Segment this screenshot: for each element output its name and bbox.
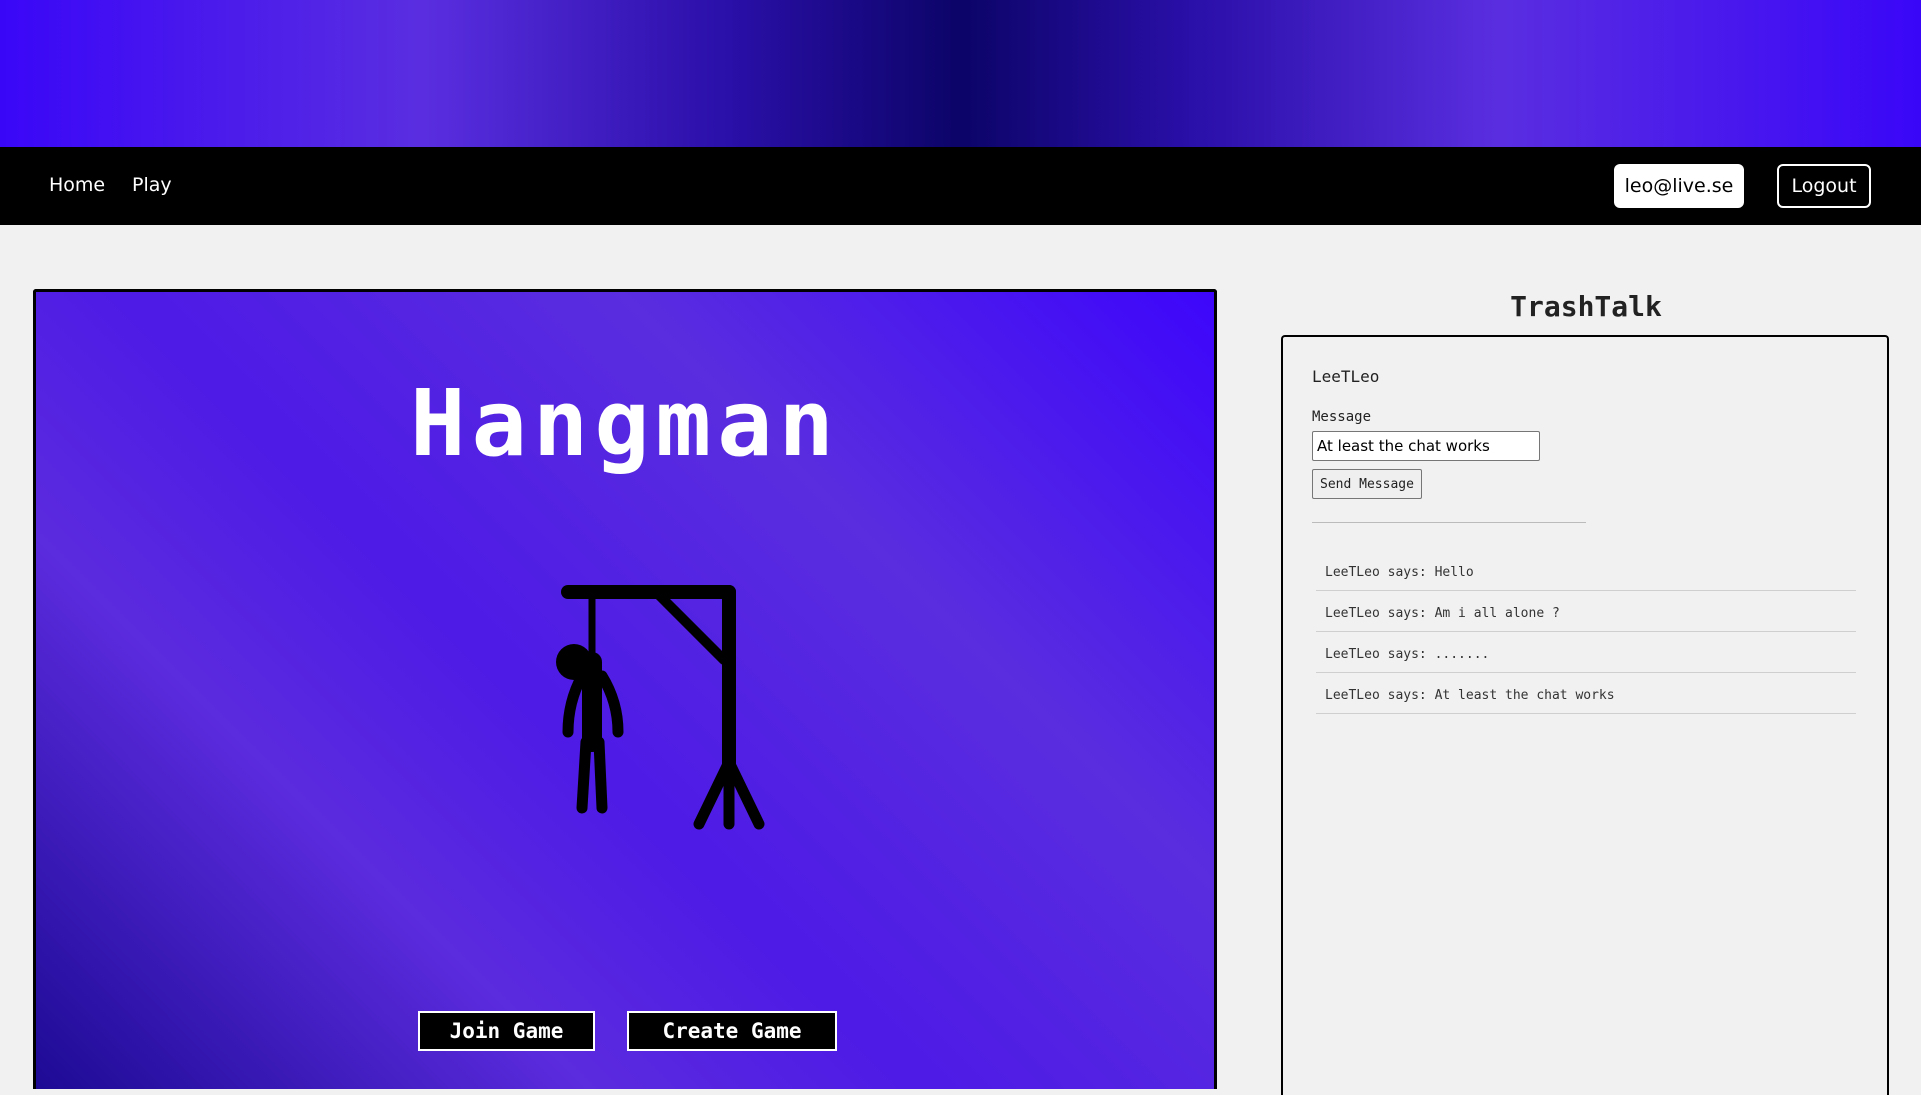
chat-username: LeeTLeo xyxy=(1312,367,1380,386)
create-game-button[interactable]: Create Game xyxy=(627,1011,837,1051)
chat-title: TrashTalk xyxy=(1510,290,1662,323)
join-game-button[interactable]: Join Game xyxy=(418,1011,595,1051)
chat-message: LeeTLeo says: Am i all alone ? xyxy=(1316,592,1856,632)
chat-message: LeeTLeo says: ....... xyxy=(1316,633,1856,673)
game-panel: Hangman Join Game Create Game xyxy=(33,289,1217,1089)
message-input[interactable] xyxy=(1312,431,1540,461)
nav-link-play[interactable]: Play xyxy=(132,174,172,196)
chat-panel: LeeTLeo Message Send Message LeeTLeo say… xyxy=(1281,335,1889,1095)
send-message-button[interactable]: Send Message xyxy=(1312,469,1422,499)
logout-button[interactable]: Logout xyxy=(1777,164,1871,208)
hangman-gallows-icon xyxy=(556,585,765,830)
chat-divider xyxy=(1312,522,1586,523)
header-banner xyxy=(0,0,1921,147)
message-label: Message xyxy=(1312,409,1372,425)
user-email-badge[interactable]: leo@live.se xyxy=(1614,164,1744,208)
chat-message-list: LeeTLeo says: Hello LeeTLeo says: Am i a… xyxy=(1316,551,1856,714)
chat-message: LeeTLeo says: At least the chat works xyxy=(1316,674,1856,714)
game-title: Hangman xyxy=(410,370,840,477)
nav-link-home[interactable]: Home xyxy=(49,174,105,196)
chat-message: LeeTLeo says: Hello xyxy=(1316,551,1856,591)
